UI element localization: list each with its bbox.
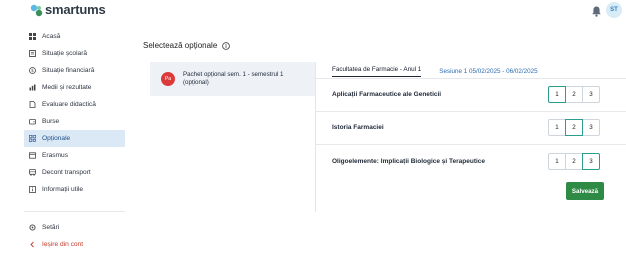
bell-icon[interactable] bbox=[592, 4, 601, 17]
priority-option-2[interactable]: 2 bbox=[565, 153, 583, 170]
priority-selector: 1 2 3 bbox=[548, 153, 600, 170]
app-name: smartums bbox=[45, 2, 106, 17]
sidebar-item-situatie-financiara[interactable]: $ Situație financiară bbox=[24, 62, 125, 79]
priority-selector: 1 2 3 bbox=[548, 119, 600, 136]
sidebar-divider bbox=[24, 211, 125, 212]
logo[interactable]: smartums bbox=[30, 3, 106, 17]
faculty-header: Facultatea de Farmacie - Anul 1 Sesiune … bbox=[332, 66, 538, 77]
user-avatar[interactable]: ST bbox=[606, 2, 622, 18]
top-bar: smartums ST bbox=[0, 0, 626, 20]
priority-option-2[interactable]: 2 bbox=[565, 119, 583, 136]
chart-icon bbox=[29, 84, 36, 91]
optional-package-card[interactable]: Pa Pachet opțional sem. 1 - semestrul 1 … bbox=[150, 62, 315, 96]
sidebar-item-burse[interactable]: Burse bbox=[24, 113, 125, 130]
bus-icon bbox=[29, 169, 36, 176]
package-badge: Pa bbox=[161, 72, 175, 86]
sidebar-item-medii-rezultate[interactable]: Medii și rezultate bbox=[24, 79, 125, 96]
course-row: Oligoelemente: Implicații Biologice și T… bbox=[316, 146, 626, 179]
sidebar-item-informatii-utile[interactable]: Informații utile bbox=[24, 181, 125, 198]
page-title: Selectează opționale bbox=[143, 41, 231, 50]
priority-selector: 1 2 3 bbox=[548, 86, 600, 103]
priority-option-3[interactable]: 3 bbox=[582, 119, 600, 136]
sidebar-item-evaluare-didactica[interactable]: Evaluare didactică bbox=[24, 96, 125, 113]
sidebar-item-acasa[interactable]: Acasă bbox=[24, 28, 125, 45]
priority-option-3[interactable]: 3 bbox=[582, 153, 600, 170]
priority-option-1[interactable]: 1 bbox=[548, 86, 566, 103]
course-row: Istoria Farmaciei 1 2 3 bbox=[316, 112, 626, 145]
sidebar-item-label: Medii și rezultate bbox=[42, 84, 92, 91]
row-divider bbox=[316, 144, 626, 145]
sidebar-item-label: Acasă bbox=[42, 33, 61, 40]
sidebar-item-label: Situație financiară bbox=[42, 67, 95, 74]
priority-option-1[interactable]: 1 bbox=[548, 119, 566, 136]
priority-option-1[interactable]: 1 bbox=[548, 153, 566, 170]
sidebar-item-decont-transport[interactable]: Decont transport bbox=[24, 164, 125, 181]
course-name: Istoria Farmaciei bbox=[332, 124, 384, 131]
sidebar-item-label: Evaluare didactică bbox=[42, 101, 96, 108]
sidebar-item-label: Situație școlară bbox=[42, 50, 88, 57]
book-icon bbox=[29, 50, 36, 57]
wallet-icon bbox=[29, 118, 36, 125]
save-button[interactable]: Salvează bbox=[566, 182, 604, 200]
faculty-tab[interactable]: Facultatea de Farmacie - Anul 1 bbox=[332, 66, 422, 77]
package-title-line1: Pachet opțional sem. 1 - semestrul 1 bbox=[183, 71, 284, 78]
course-name: Oligoelemente: Implicații Biologice și T… bbox=[332, 158, 486, 165]
priority-option-2[interactable]: 2 bbox=[565, 86, 583, 103]
course-name: Aplicații Farmaceutice ale Geneticii bbox=[332, 91, 442, 98]
sidebar-bottom: Setări Ieșire din cont bbox=[24, 219, 125, 253]
sidebar-item-label: Ieșire din cont bbox=[42, 241, 84, 248]
options-icon bbox=[29, 135, 36, 142]
sidebar-item-erasmus[interactable]: Erasmus bbox=[24, 147, 125, 164]
sidebar-item-label: Decont transport bbox=[42, 169, 91, 176]
sidebar-item-situatie-scolara[interactable]: Situație școlară bbox=[24, 45, 125, 62]
package-title-line2: (opțional) bbox=[183, 79, 209, 86]
gear-icon bbox=[29, 224, 36, 231]
info-circle-icon[interactable] bbox=[222, 41, 231, 50]
sidebar-item-label: Opționale bbox=[42, 135, 71, 142]
info-icon bbox=[29, 186, 36, 193]
globe-icon bbox=[29, 152, 36, 159]
dollar-icon: $ bbox=[29, 67, 36, 74]
logout-button[interactable]: Ieșire din cont bbox=[24, 236, 125, 253]
page-title-text: Selectează opționale bbox=[143, 41, 218, 50]
document-icon bbox=[29, 101, 36, 108]
svg-text:$: $ bbox=[31, 68, 34, 74]
course-row: Aplicații Farmaceutice ale Geneticii 1 2… bbox=[316, 79, 626, 112]
sidebar-item-label: Informații utile bbox=[42, 186, 84, 193]
sidebar-item-label: Setări bbox=[42, 224, 60, 231]
sidebar-item-optionale[interactable]: Opționale bbox=[24, 130, 125, 147]
session-dates: Sesiune 1 05/02/2025 - 06/02/2025 bbox=[439, 68, 538, 75]
logo-icon bbox=[30, 4, 43, 17]
logout-icon bbox=[29, 241, 36, 248]
sidebar-item-label: Erasmus bbox=[42, 152, 69, 159]
sidebar-item-label: Burse bbox=[42, 118, 60, 125]
sidebar: Acasă Situație școlară $ Situație financ… bbox=[24, 28, 125, 198]
grid-icon bbox=[29, 33, 36, 40]
sidebar-item-setari[interactable]: Setări bbox=[24, 219, 125, 236]
package-title: Pachet opțional sem. 1 - semestrul 1 (op… bbox=[183, 71, 283, 87]
priority-option-3[interactable]: 3 bbox=[582, 86, 600, 103]
